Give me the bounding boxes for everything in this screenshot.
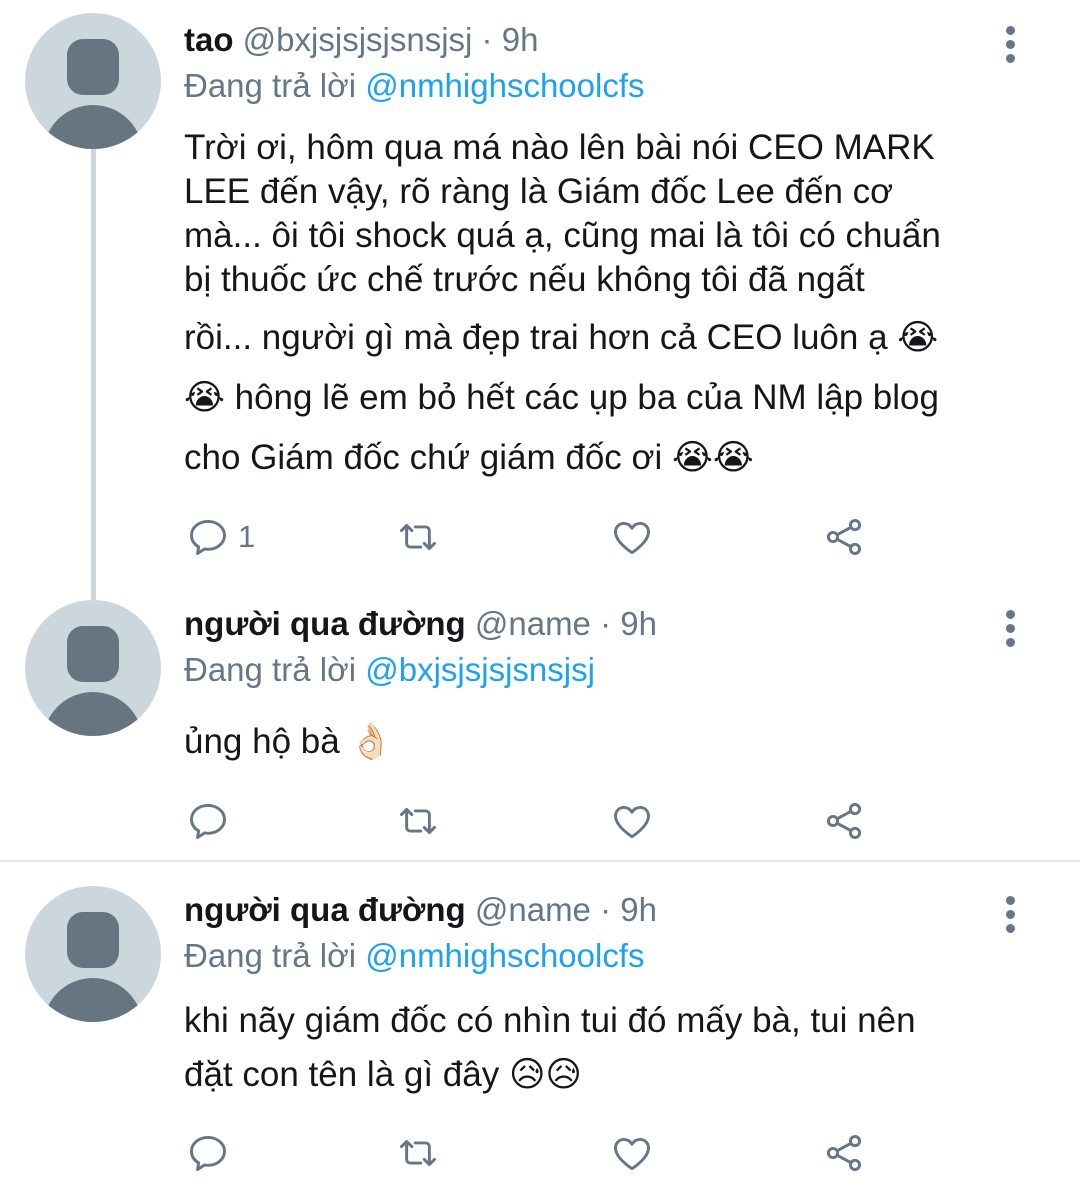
retweet-icon (400, 1139, 436, 1167)
reply-button[interactable] (186, 1128, 238, 1178)
tweet-text-line: Trời ơi, hôm qua má nào lên bài nói CEO … (184, 128, 935, 167)
tweet-text-line: LEE đến vậy, rõ ràng là Giám đốc Lee đến… (184, 172, 894, 211)
tweet-text-line: khi nãy giám đốc có nhìn tui đó mấy bà, … (184, 1001, 916, 1040)
reply-icon (190, 1135, 226, 1171)
display-name[interactable]: tao (184, 21, 234, 58)
replying-to-label: Đang trả lời (184, 67, 357, 104)
retweet-icon (400, 523, 436, 551)
share-icon (826, 519, 862, 555)
user-handle[interactable]: @name (475, 891, 591, 928)
avatar[interactable] (25, 13, 161, 149)
more-vertical-icon[interactable] (1001, 610, 1019, 652)
replying-to: Đang trả lời @bxjsjsjsjsnsjsj (184, 650, 595, 690)
reply-mention-link[interactable]: @nmhighschoolcfs (365, 937, 644, 974)
reply-button[interactable] (186, 796, 238, 846)
timestamp[interactable]: 9h (620, 605, 657, 642)
tweet-actions (0, 1128, 1080, 1178)
tweet-text-line: rồi... người gì mà đẹp trai hơn cả CEO l… (184, 318, 939, 357)
retweet-button[interactable] (396, 1128, 440, 1178)
share-icon (826, 1135, 862, 1171)
tweet-text-line: cho Giám đốc chứ giám đốc ơi 😭😭 (184, 438, 754, 477)
reply-mention-link[interactable]: @bxjsjsjsjsnsjsj (365, 651, 595, 688)
tweet-text-line: mà... ôi tôi shock quá ạ, cũng mai là tô… (184, 216, 941, 255)
tweet-text: Trời ơi, hôm qua má nào lên bài nói CEO … (184, 126, 1034, 480)
retweet-button[interactable] (396, 796, 440, 846)
separator-dot: · (600, 605, 612, 642)
replying-to: Đang trả lời @nmhighschoolcfs (184, 66, 645, 106)
tweet[interactable]: người qua đường @name · 9h Đang trả lời … (0, 590, 1080, 860)
user-handle[interactable]: @name (475, 605, 591, 642)
like-button[interactable] (610, 796, 654, 846)
timestamp[interactable]: 9h (620, 891, 657, 928)
more-vertical-icon[interactable] (1001, 26, 1019, 68)
heart-icon (614, 805, 650, 839)
tweet-text-line: ủng hộ bà 👌🏻 (184, 722, 394, 761)
share-button[interactable] (822, 1128, 866, 1178)
tweet-text-line: 😭 hông lẽ em bỏ hết các ụp ba của NM lập… (184, 378, 939, 417)
more-vertical-icon[interactable] (1001, 896, 1019, 938)
reply-mention-link[interactable]: @nmhighschoolcfs (365, 67, 644, 104)
share-button[interactable] (822, 512, 866, 562)
reply-count: 1 (238, 519, 256, 554)
avatar[interactable] (25, 886, 161, 1022)
like-button[interactable] (610, 512, 654, 562)
retweet-icon (400, 807, 436, 835)
reply-icon (190, 803, 226, 839)
separator-dot: · (481, 21, 493, 58)
separator-dot: · (600, 891, 612, 928)
replying-to-label: Đang trả lời (184, 651, 357, 688)
like-button[interactable] (610, 1128, 654, 1178)
reply-button[interactable]: 1 (186, 512, 255, 562)
display-name[interactable]: người qua đường (184, 605, 466, 642)
tweet-header: tao @bxjsjsjsjsnsjsj · 9h (184, 20, 538, 60)
tweet-header: người qua đường @name · 9h (184, 604, 657, 644)
tweet-text-line: bị thuốc ức chế trước nếu không tôi đã n… (184, 260, 865, 299)
display-name[interactable]: người qua đường (184, 891, 466, 928)
timestamp[interactable]: 9h (502, 21, 539, 58)
share-icon (826, 803, 862, 839)
tweet[interactable]: tao @bxjsjsjsjsnsjsj · 9h Đang trả lời @… (0, 0, 1080, 590)
user-handle[interactable]: @bxjsjsjsjsnsjsj (243, 21, 473, 58)
tweet-actions: 1 (0, 512, 1080, 562)
tweet-header: người qua đường @name · 9h (184, 890, 657, 930)
tweet-actions (0, 796, 1080, 846)
heart-icon (614, 521, 650, 555)
tweet-text: khi nãy giám đốc có nhìn tui đó mấy bà, … (184, 994, 1034, 1102)
share-button[interactable] (822, 796, 866, 846)
avatar[interactable] (25, 600, 161, 736)
heart-icon (614, 1137, 650, 1171)
retweet-button[interactable] (396, 512, 440, 562)
tweet[interactable]: người qua đường @name · 9h Đang trả lời … (0, 862, 1080, 1193)
replying-to: Đang trả lời @nmhighschoolcfs (184, 936, 645, 976)
tweet-text-line: đặt con tên là gì đây 😥😥 (184, 1055, 582, 1094)
replying-to-label: Đang trả lời (184, 937, 357, 974)
reply-icon (190, 519, 226, 555)
tweet-text: ủng hộ bà 👌🏻 (184, 720, 1034, 764)
